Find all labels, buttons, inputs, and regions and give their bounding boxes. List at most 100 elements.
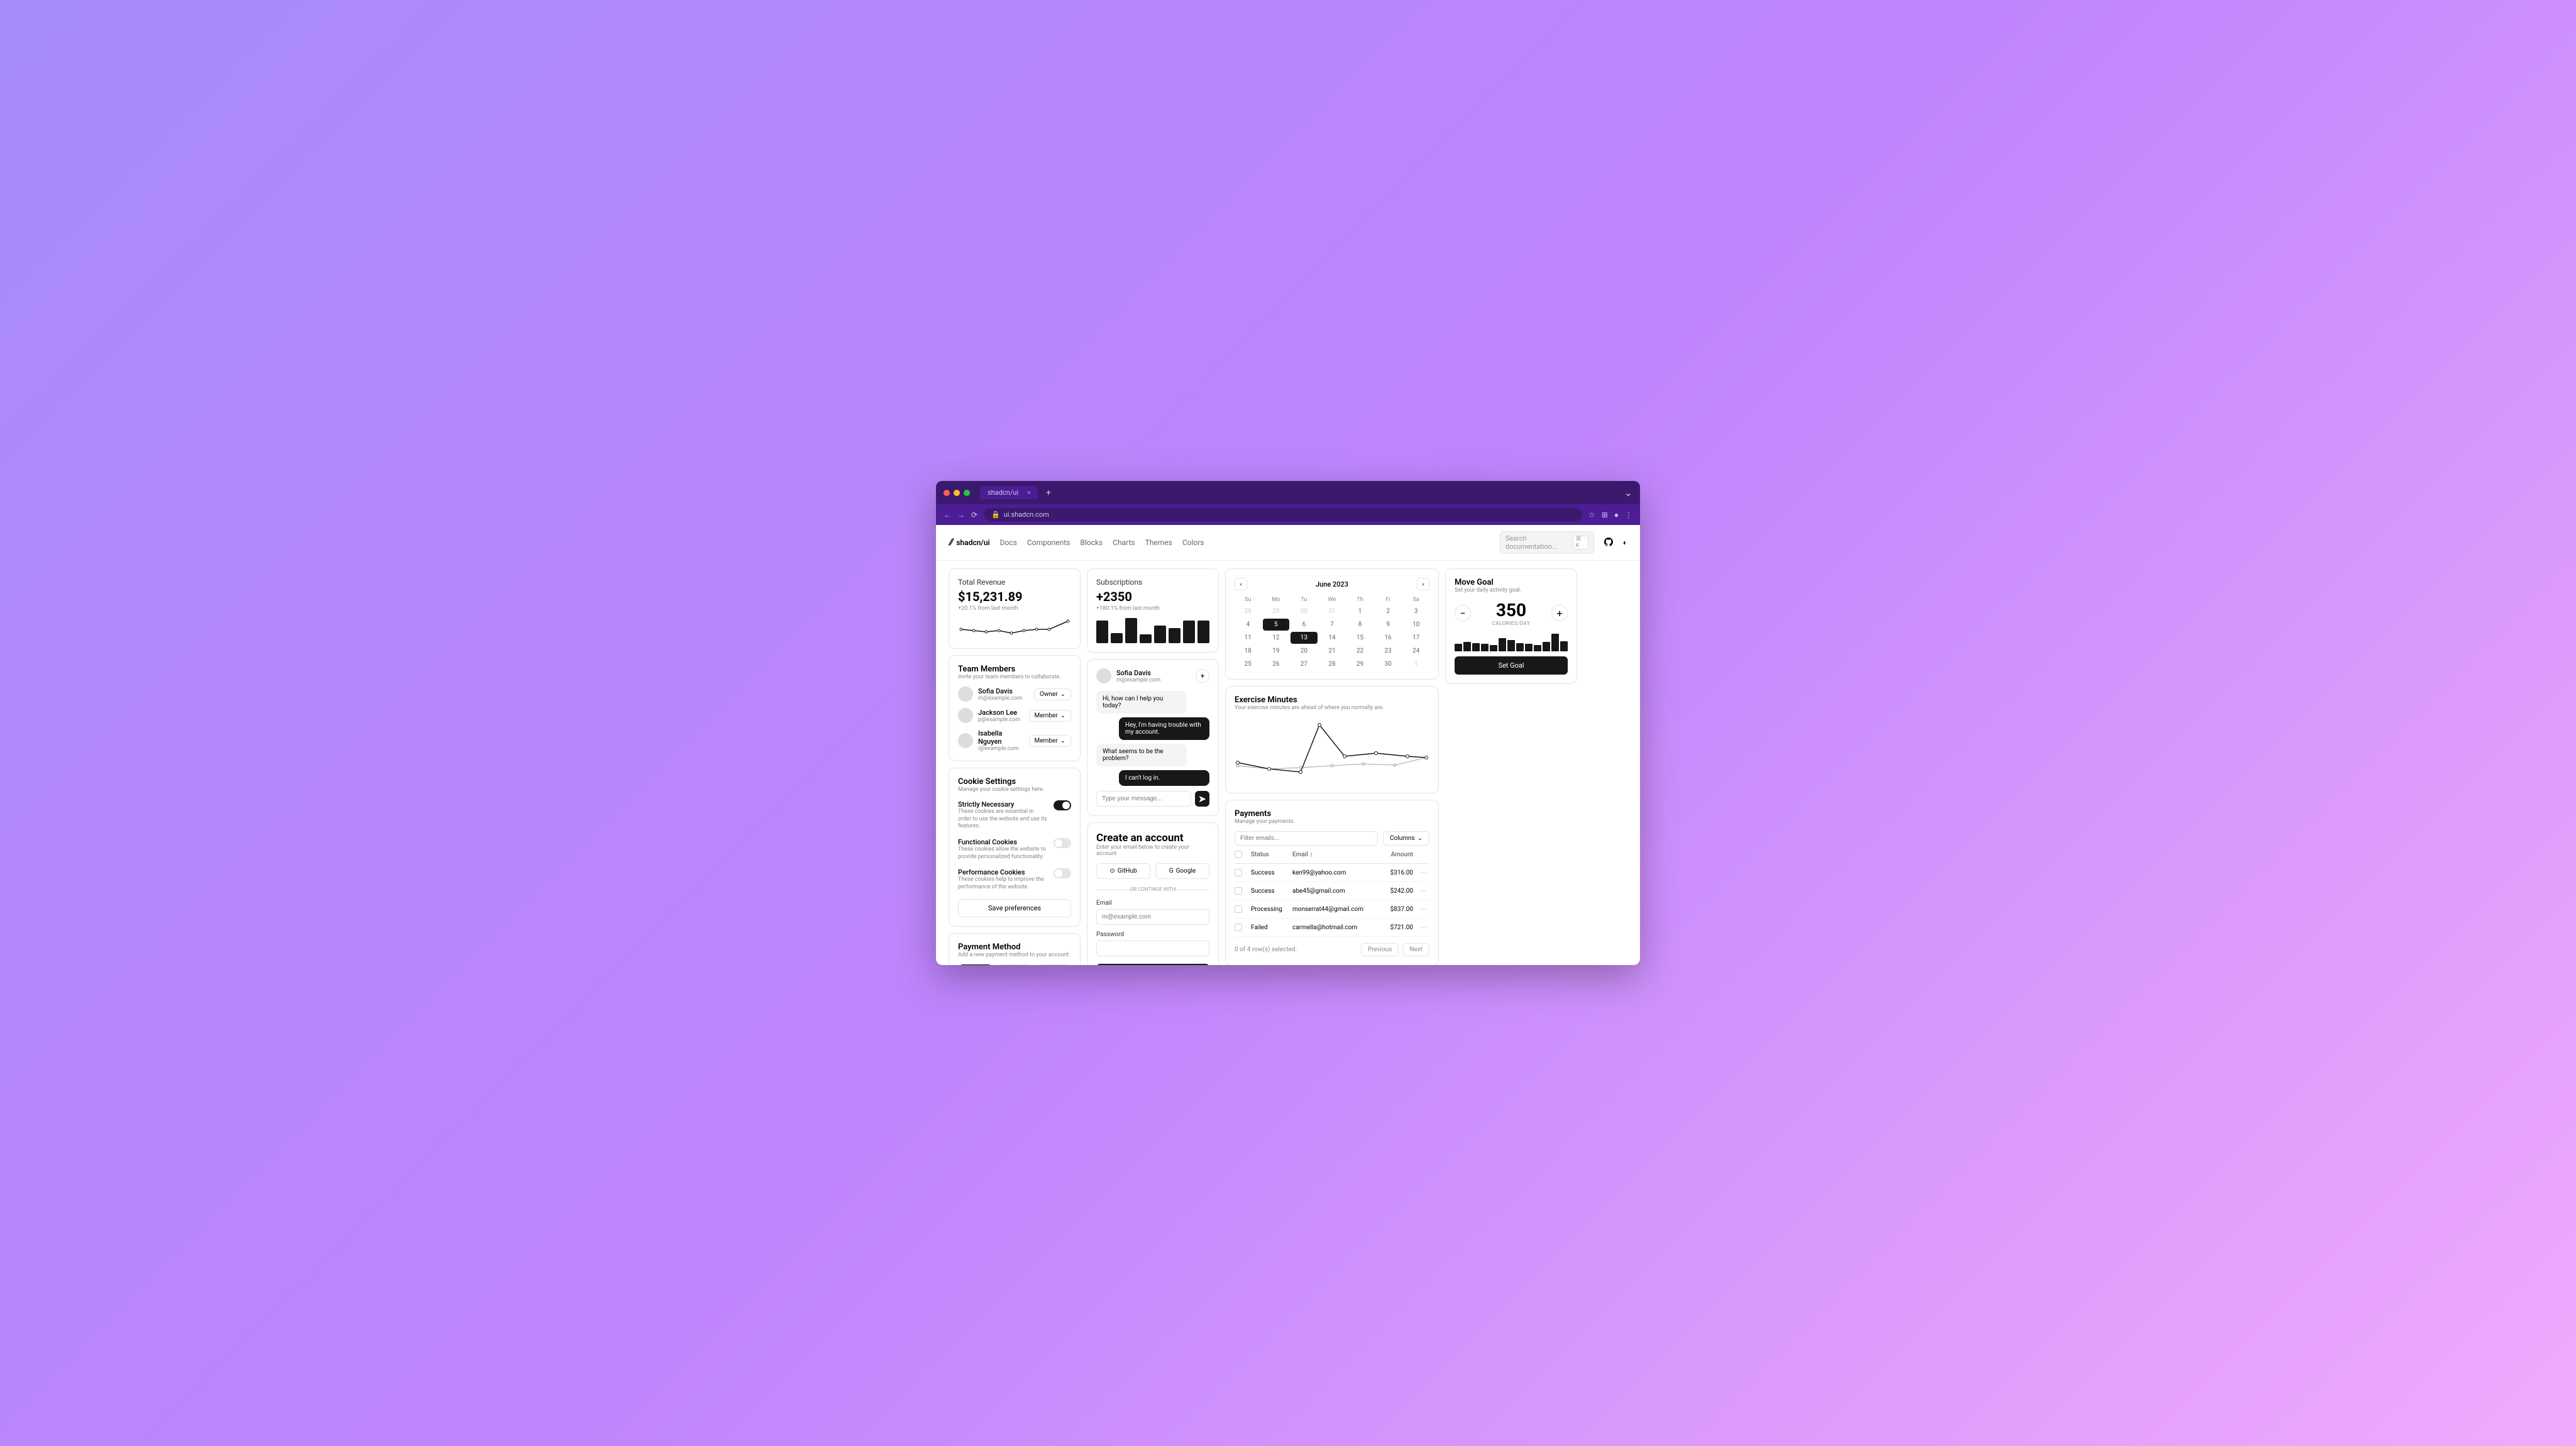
- brand-logo[interactable]: ⫽ shadcn/ui: [949, 538, 990, 548]
- cal-day[interactable]: 29: [1346, 658, 1373, 670]
- row-menu-button[interactable]: ⋯: [1417, 869, 1429, 876]
- cal-day[interactable]: 25: [1235, 658, 1262, 670]
- maximize-window-button[interactable]: [964, 490, 970, 496]
- forward-button[interactable]: →: [957, 511, 965, 519]
- nav-components[interactable]: Components: [1027, 538, 1071, 547]
- cal-dow: Sa: [1402, 595, 1429, 604]
- back-button[interactable]: ←: [944, 511, 951, 519]
- cookie-toggle[interactable]: [1054, 868, 1071, 878]
- browser-tab[interactable]: shadcn/ui ×: [980, 486, 1037, 499]
- reload-button[interactable]: ⟳: [971, 511, 977, 519]
- row-checkbox[interactable]: [1235, 905, 1242, 913]
- cal-day[interactable]: 6: [1291, 619, 1318, 631]
- pay-option-apple[interactable]: Apple: [1037, 964, 1071, 965]
- add-contact-button[interactable]: +: [1196, 669, 1209, 683]
- cal-day[interactable]: 30: [1291, 605, 1318, 617]
- minimize-window-button[interactable]: [954, 490, 960, 496]
- cal-day[interactable]: 1: [1402, 658, 1429, 670]
- cookie-toggle[interactable]: [1054, 838, 1071, 848]
- cal-day[interactable]: 10: [1402, 619, 1429, 631]
- cal-day[interactable]: 17: [1402, 632, 1429, 644]
- cal-day[interactable]: 22: [1346, 645, 1373, 657]
- cal-day[interactable]: 20: [1291, 645, 1318, 657]
- cal-day[interactable]: 3: [1402, 605, 1429, 617]
- cal-day[interactable]: 27: [1291, 658, 1318, 670]
- team-title: Team Members: [958, 665, 1071, 674]
- cal-day[interactable]: 2: [1375, 605, 1402, 617]
- google-button[interactable]: G Google: [1155, 863, 1209, 879]
- prev-page-button[interactable]: Previous: [1361, 943, 1399, 956]
- github-icon[interactable]: [1604, 538, 1613, 548]
- next-page-button[interactable]: Next: [1402, 943, 1429, 956]
- cal-day[interactable]: 18: [1235, 645, 1262, 657]
- cal-day[interactable]: 31: [1319, 605, 1346, 617]
- cal-day[interactable]: 12: [1263, 632, 1290, 644]
- pay-option-card[interactable]: ▭ Card: [958, 964, 993, 965]
- create-account-button[interactable]: Create account: [1096, 964, 1209, 965]
- cal-day[interactable]: 11: [1235, 632, 1262, 644]
- password-input[interactable]: [1096, 941, 1209, 956]
- profile-avatar[interactable]: ●: [1614, 511, 1619, 519]
- send-button[interactable]: ➤: [1195, 791, 1209, 807]
- search-input[interactable]: Search documentation... ⌘ K: [1500, 531, 1594, 554]
- close-window-button[interactable]: [944, 490, 950, 496]
- cal-day[interactable]: 9: [1375, 619, 1402, 631]
- nav-colors[interactable]: Colors: [1182, 538, 1204, 547]
- header-email[interactable]: Email ↕: [1292, 851, 1372, 858]
- nav-themes[interactable]: Themes: [1145, 538, 1172, 547]
- cal-day[interactable]: 15: [1346, 632, 1373, 644]
- cal-day[interactable]: 30: [1375, 658, 1402, 670]
- cal-day[interactable]: 16: [1375, 632, 1402, 644]
- new-tab-button[interactable]: +: [1046, 488, 1051, 498]
- url-bar[interactable]: 🔒 ui.shadcn.com: [984, 508, 1582, 521]
- row-menu-button[interactable]: ⋯: [1417, 906, 1429, 913]
- row-checkbox[interactable]: [1235, 924, 1242, 931]
- extensions-icon[interactable]: ⊞: [1602, 511, 1608, 519]
- cookie-toggle[interactable]: [1054, 800, 1071, 810]
- chat-input[interactable]: [1096, 791, 1191, 807]
- cal-day[interactable]: 19: [1263, 645, 1290, 657]
- select-all-checkbox[interactable]: [1235, 851, 1242, 858]
- cal-day[interactable]: 28: [1319, 658, 1346, 670]
- cal-day[interactable]: 13: [1291, 632, 1318, 644]
- increase-goal-button[interactable]: +: [1551, 605, 1568, 621]
- cal-day[interactable]: 7: [1319, 619, 1346, 631]
- role-select[interactable]: Member⌄: [1029, 735, 1072, 747]
- row-checkbox[interactable]: [1235, 887, 1242, 895]
- theme-toggle-icon[interactable]: ◐: [1623, 538, 1627, 547]
- cal-day[interactable]: 24: [1402, 645, 1429, 657]
- tab-close-icon[interactable]: ×: [1027, 488, 1031, 497]
- email-input[interactable]: [1096, 909, 1209, 925]
- decrease-goal-button[interactable]: −: [1455, 605, 1471, 621]
- row-menu-button[interactable]: ⋯: [1417, 924, 1429, 931]
- nav-blocks[interactable]: Blocks: [1080, 538, 1103, 547]
- role-select[interactable]: Member⌄: [1029, 710, 1072, 722]
- cal-day[interactable]: 26: [1263, 658, 1290, 670]
- next-month-button[interactable]: ›: [1417, 578, 1429, 590]
- cal-day[interactable]: 29: [1263, 605, 1290, 617]
- window-dropdown-icon[interactable]: ⌄: [1624, 487, 1632, 499]
- bookmark-icon[interactable]: ☆: [1588, 511, 1595, 519]
- columns-button[interactable]: Columns ⌄: [1383, 831, 1429, 846]
- bar: [1551, 634, 1559, 652]
- row-checkbox[interactable]: [1235, 869, 1242, 876]
- pay-option-paypal[interactable]: 𝗣 Paypal: [998, 964, 1032, 965]
- nav-docs[interactable]: Docs: [1000, 538, 1017, 547]
- cal-day[interactable]: 5: [1263, 619, 1290, 631]
- menu-icon[interactable]: ⋮: [1625, 511, 1632, 519]
- cal-day[interactable]: 14: [1319, 632, 1346, 644]
- cal-day[interactable]: 23: [1375, 645, 1402, 657]
- role-select[interactable]: Owner⌄: [1034, 688, 1071, 700]
- cal-day[interactable]: 28: [1235, 605, 1262, 617]
- set-goal-button[interactable]: Set Goal: [1455, 656, 1568, 675]
- cal-day[interactable]: 21: [1319, 645, 1346, 657]
- cal-day[interactable]: 8: [1346, 619, 1373, 631]
- cal-day[interactable]: 1: [1346, 605, 1373, 617]
- row-menu-button[interactable]: ⋯: [1417, 888, 1429, 895]
- nav-charts[interactable]: Charts: [1113, 538, 1135, 547]
- github-button[interactable]: ⊙ GitHub: [1096, 863, 1150, 879]
- save-preferences-button[interactable]: Save preferences: [958, 899, 1071, 917]
- cal-day[interactable]: 4: [1235, 619, 1262, 631]
- prev-month-button[interactable]: ‹: [1235, 578, 1247, 590]
- filter-emails-input[interactable]: [1235, 831, 1378, 846]
